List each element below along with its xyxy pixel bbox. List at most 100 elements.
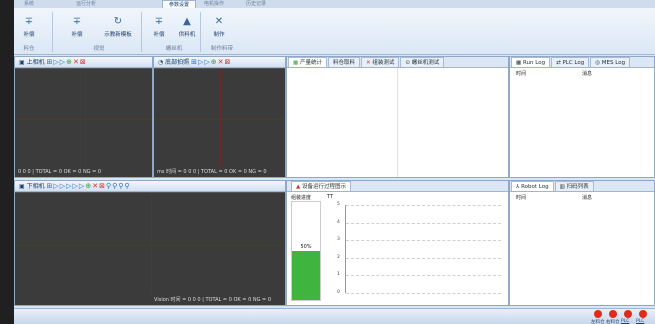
y-tick-label: 0 (337, 290, 340, 295)
tt-label: TT (327, 194, 334, 200)
y-tick-label: 2 (337, 254, 340, 260)
group-label: 螺丝机 (165, 46, 183, 52)
group-label: 视觉 (93, 46, 105, 52)
tab-screw-test[interactable]: ⊙ 螺丝机测试 (400, 57, 445, 67)
camera-toolbar: ▣ 下相机 ⊞▷▷▷▷▷⊕✕⊠⚲⚲⚲⚲ (15, 181, 285, 192)
camera-icon: ▣ (19, 183, 25, 190)
tab-robot-log[interactable]: ⅄ Robot Log (511, 181, 554, 191)
group-label: 料仓 (23, 46, 35, 52)
feeder-button[interactable]: ▲ 供料机 (172, 16, 202, 38)
group-separator (52, 12, 53, 52)
camera-view[interactable] (15, 68, 152, 169)
crosshair-h (15, 119, 152, 120)
tt-chart: 5 4 3 2 1 0 (331, 201, 501, 301)
tab-assembly-test[interactable]: ✕ 组装测试 (360, 57, 400, 67)
eject-icon: ▲ (183, 16, 191, 27)
status-bar: 左料仓 右料仓 PLC PLC (14, 308, 655, 324)
grid-line (346, 275, 501, 277)
tab-bin-pick[interactable]: 料仓取料 (327, 57, 360, 67)
camera-panel-3: ▣ 下相机 ⊞▷▷▷▷▷⊕✕⊠⚲⚲⚲⚲ Vision 时间 = 0 0 0 | … (14, 180, 286, 306)
make-button[interactable]: ✕ 制作 (204, 16, 234, 38)
camera-panel-1: ▣ 上相机 ⊞▷▷⊕✕⊠ 0 0 0 | TOTAL = 0 OK = 0 NG… (14, 56, 153, 178)
refresh-icon: ↻ (113, 16, 123, 27)
compensate-button-2[interactable]: ∓ 补偿 (62, 16, 92, 38)
status-lamp (639, 310, 647, 318)
status-lamp-label[interactable]: 左料仓 (591, 319, 605, 324)
ribbon-tab[interactable]: 电机操作 (204, 0, 224, 7)
progress-fill (292, 251, 320, 300)
status-lamp (594, 310, 602, 318)
grid-line (346, 205, 501, 206)
progress-gauge: 50% (291, 201, 321, 301)
status-lamp (624, 310, 632, 318)
robot-tabs: ⅄ Robot Log ▥ 扫码列表 (510, 181, 654, 192)
camera-view[interactable] (15, 192, 285, 297)
log-panel: ▦ Run Log ⇄ PLC Log ◎ MES Log 时间 消息 (509, 56, 655, 178)
camera-icon: ▣ (19, 59, 25, 66)
compensate-button-3[interactable]: ∓ 补偿 (144, 16, 174, 38)
ribbon-tab-active[interactable]: 参数设置 (162, 0, 197, 8)
shuffle-icon: ✕ (214, 16, 224, 27)
status-lamp (609, 310, 617, 318)
camera-title: 下相机 (26, 183, 45, 190)
tab-process[interactable]: ▲ 设备运行过程图示 (291, 181, 351, 191)
tab-plc-log[interactable]: ⇄ PLC Log (551, 57, 590, 67)
tab-scan-list[interactable]: ▥ 扫码列表 (554, 181, 594, 191)
robot-panel: ⅄ Robot Log ▥ 扫码列表 时间 消息 (509, 180, 655, 306)
log-tabs: ▦ Run Log ⇄ PLC Log ◎ MES Log (510, 57, 654, 68)
ribbon-tab[interactable]: 系统 (24, 0, 34, 7)
plus-icon: ∓ (24, 16, 34, 27)
camera-status: Vision 时间 = 0 0 0 | TOTAL = 0 OK = 0 NG … (15, 295, 285, 305)
camera-view[interactable] (154, 68, 285, 169)
stats-divider (397, 68, 398, 177)
camera-title: 底部拍照 (165, 59, 190, 66)
crosshair-h (15, 245, 285, 246)
progress-label: 组装进度 (291, 195, 312, 201)
grid-line (346, 293, 501, 294)
process-panel-header: ▲ 设备运行过程图示 (287, 181, 508, 192)
tab-output-stats[interactable]: ▦ 产量统计 (288, 57, 327, 67)
teach-template-button[interactable]: ↻ 示教新模板 (98, 16, 138, 38)
tab-run-log[interactable]: ▦ Run Log (511, 57, 551, 67)
y-tick-label: 4 (337, 219, 340, 225)
group-label: 制作料带 (210, 46, 233, 52)
process-panel: ▲ 设备运行过程图示 组装进度 TT 50% 5 4 3 2 1 0 (286, 180, 509, 306)
status-lamp-label[interactable]: 右料仓 (606, 319, 620, 324)
stats-panel: ▦ 产量统计 料仓取料 ✕ 组装测试 ⊙ 螺丝机测试 (286, 56, 509, 178)
ribbon-tabstrip: 系统 运行分析 参数设置 电机操作 历史记录 (14, 0, 655, 8)
grid-line (346, 257, 501, 259)
camera-toolbar: ◔ 底部拍照 ⊞▷▷⊕✕⊠ (154, 57, 285, 68)
camera-toolbar: ▣ 上相机 ⊞▷▷⊕✕⊠ (15, 57, 152, 68)
column-header-time[interactable]: 时间 (516, 70, 526, 77)
compensate-button-1[interactable]: ∓ 补偿 (14, 16, 44, 38)
grid-line (346, 222, 501, 224)
camera-icon: ◔ (158, 59, 164, 66)
column-header-time[interactable]: 时间 (516, 194, 526, 201)
ribbon-tab[interactable]: 运行分析 (76, 0, 96, 7)
tab-mes-log[interactable]: ◎ MES Log (590, 57, 631, 67)
ribbon-toolbar: 系统 运行分析 参数设置 电机操作 历史记录 ∓ 补偿 ∓ 补偿 ↻ 示教新模板… (14, 0, 655, 55)
group-separator (200, 12, 201, 52)
stats-tabs: ▦ 产量统计 料仓取料 ✕ 组装测试 ⊙ 螺丝机测试 (287, 57, 508, 68)
camera-tool-icons[interactable]: ⊞▷▷⊕✕⊠ (191, 58, 231, 66)
y-tick-label: 3 (337, 237, 340, 243)
y-tick-label: 5 (337, 202, 340, 207)
plus-icon: ∓ (154, 16, 164, 27)
group-separator (141, 12, 142, 52)
camera-status: 0 0 0 | TOTAL = 0 OK = 0 NG = 0 (15, 167, 152, 177)
status-lamp-label[interactable]: PLC (636, 319, 644, 324)
progress-text: 50% (300, 244, 312, 250)
camera-panel-2: ◔ 底部拍照 ⊞▷▷⊕✕⊠ ms 时间 = 0 0 0 | TOTAL = 0 … (153, 56, 286, 178)
camera-tool-icons[interactable]: ⊞▷▷▷▷▷⊕✕⊠⚲⚲⚲⚲ (47, 182, 131, 190)
camera-title: 上相机 (26, 59, 45, 66)
status-lamp-label[interactable]: PLC (621, 319, 629, 324)
camera-tool-icons[interactable]: ⊞▷▷⊕✕⊠ (47, 58, 87, 66)
crosshair-h (154, 119, 285, 120)
column-header-message[interactable]: 消息 (582, 194, 592, 201)
ribbon-tab[interactable]: 历史记录 (246, 0, 266, 7)
grid-line (346, 240, 501, 242)
plus-icon: ∓ (72, 16, 82, 27)
y-axis (345, 205, 346, 293)
y-tick-label: 1 (337, 272, 340, 278)
column-header-message[interactable]: 消息 (582, 70, 592, 77)
